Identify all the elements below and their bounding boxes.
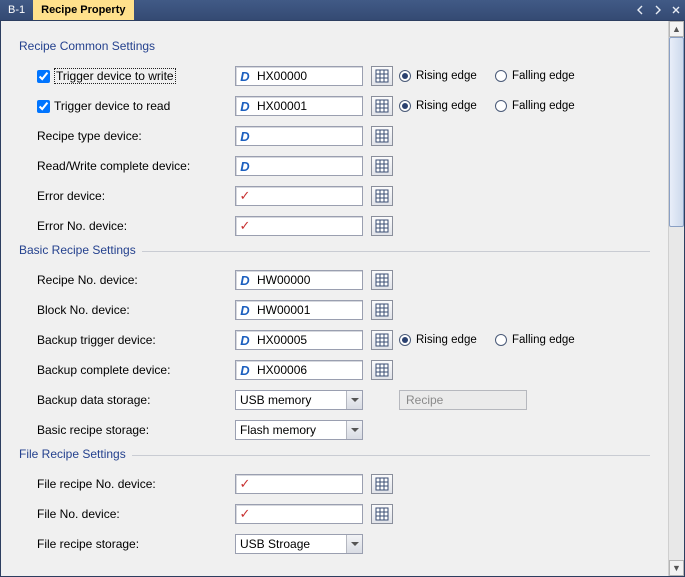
trigger-write-rising-radio[interactable]: Rising edge bbox=[399, 70, 489, 82]
basic-storage-combo[interactable]: Flash memory bbox=[235, 420, 363, 440]
dropdown-icon[interactable] bbox=[346, 535, 362, 553]
backup-trigger-rising-radio[interactable]: Rising edge bbox=[399, 334, 489, 346]
trigger-write-falling-radio[interactable]: Falling edge bbox=[495, 70, 585, 82]
device-d-icon: D bbox=[237, 158, 253, 174]
row-recipe-type: Recipe type device: D bbox=[19, 121, 650, 151]
trigger-write-browse-button[interactable] bbox=[371, 66, 393, 86]
device-d-icon: D bbox=[237, 302, 253, 318]
file-no-device-input[interactable]: ✓ bbox=[235, 504, 363, 524]
trigger-write-checkbox[interactable] bbox=[37, 70, 50, 83]
file-recipe-no-device-label: File recipe No. device: bbox=[37, 477, 156, 491]
tab-recipe-property[interactable]: Recipe Property bbox=[33, 0, 134, 20]
recipe-type-label: Recipe type device: bbox=[37, 129, 142, 143]
trigger-read-checkbox[interactable] bbox=[37, 100, 50, 113]
error-no-device-input[interactable]: ✓ bbox=[235, 216, 363, 236]
rw-complete-device-input[interactable]: D bbox=[235, 156, 363, 176]
device-d-icon: D bbox=[237, 128, 253, 144]
trigger-write-device-input[interactable]: D HX00000 bbox=[235, 66, 363, 86]
trigger-read-falling-radio[interactable]: Falling edge bbox=[495, 100, 585, 112]
recipe-no-device-input[interactable]: D HW00000 bbox=[235, 270, 363, 290]
file-recipe-storage-combo[interactable]: USB Stroage bbox=[235, 534, 363, 554]
error-no-device-browse-button[interactable] bbox=[371, 216, 393, 236]
check-icon: ✓ bbox=[237, 218, 253, 234]
trigger-read-rising-radio[interactable]: Rising edge bbox=[399, 100, 489, 112]
trigger-write-label: Trigger device to write bbox=[54, 68, 176, 84]
recipe-type-device-input[interactable]: D bbox=[235, 126, 363, 146]
rw-complete-browse-button[interactable] bbox=[371, 156, 393, 176]
row-trigger-read: Trigger device to read D HX00001 Rising … bbox=[19, 91, 650, 121]
trigger-read-label: Trigger device to read bbox=[54, 99, 170, 113]
backup-complete-browse-button[interactable] bbox=[371, 360, 393, 380]
next-tab-button[interactable] bbox=[649, 0, 667, 20]
error-no-device-label: Error No. device: bbox=[37, 219, 127, 233]
device-d-icon: D bbox=[237, 98, 253, 114]
recipe-no-device-label: Recipe No. device: bbox=[37, 273, 138, 287]
backup-trigger-label: Backup trigger device: bbox=[37, 333, 156, 347]
check-icon: ✓ bbox=[237, 188, 253, 204]
row-error-device: Error device: ✓ bbox=[19, 181, 650, 211]
error-device-label: Error device: bbox=[37, 189, 105, 203]
section-file-title: File Recipe Settings bbox=[19, 447, 650, 461]
tab-b1[interactable]: B-1 bbox=[0, 0, 33, 20]
row-block-no-device: Block No. device: D HW00001 bbox=[19, 295, 650, 325]
row-backup-trigger: Backup trigger device: D HX00005 Rising … bbox=[19, 325, 650, 355]
dropdown-icon[interactable] bbox=[346, 421, 362, 439]
file-recipe-no-device-input[interactable]: ✓ bbox=[235, 474, 363, 494]
row-recipe-no-device: Recipe No. device: D HW00000 bbox=[19, 265, 650, 295]
backup-complete-device-input[interactable]: D HX00006 bbox=[235, 360, 363, 380]
row-trigger-write: Trigger device to write D HX00000 Rising… bbox=[19, 61, 650, 91]
check-icon: ✓ bbox=[237, 506, 253, 522]
vertical-scrollbar[interactable]: ▲ ▼ bbox=[668, 21, 684, 576]
file-recipe-no-device-browse-button[interactable] bbox=[371, 474, 393, 494]
backup-storage-path-box: Recipe bbox=[399, 390, 527, 410]
backup-trigger-browse-button[interactable] bbox=[371, 330, 393, 350]
backup-trigger-falling-radio[interactable]: Falling edge bbox=[495, 334, 585, 346]
basic-storage-label: Basic recipe storage: bbox=[37, 423, 149, 437]
scroll-up-button[interactable]: ▲ bbox=[669, 21, 684, 37]
recipe-no-device-browse-button[interactable] bbox=[371, 270, 393, 290]
scroll-thumb[interactable] bbox=[669, 37, 684, 227]
device-d-icon: D bbox=[237, 68, 253, 84]
block-no-device-browse-button[interactable] bbox=[371, 300, 393, 320]
prev-tab-button[interactable] bbox=[631, 0, 649, 20]
row-basic-storage: Basic recipe storage: Flash memory bbox=[19, 415, 650, 445]
file-no-device-label: File No. device: bbox=[37, 507, 120, 521]
row-file-no-device: File No. device: ✓ bbox=[19, 499, 650, 529]
device-d-icon: D bbox=[237, 362, 253, 378]
row-backup-complete: Backup complete device: D HX00006 bbox=[19, 355, 650, 385]
row-file-recipe-no-device: File recipe No. device: ✓ bbox=[19, 469, 650, 499]
error-device-input[interactable]: ✓ bbox=[235, 186, 363, 206]
trigger-read-device-input[interactable]: D HX00001 bbox=[235, 96, 363, 116]
block-no-device-input[interactable]: D HW00001 bbox=[235, 300, 363, 320]
backup-storage-label: Backup data storage: bbox=[37, 393, 150, 407]
file-recipe-storage-label: File recipe storage: bbox=[37, 537, 139, 551]
rw-complete-label: Read/Write complete device: bbox=[37, 159, 190, 173]
backup-trigger-device-input[interactable]: D HX00005 bbox=[235, 330, 363, 350]
section-common-title: Recipe Common Settings bbox=[19, 39, 650, 53]
scroll-down-button[interactable]: ▼ bbox=[669, 560, 684, 576]
dropdown-icon[interactable] bbox=[346, 391, 362, 409]
row-rw-complete: Read/Write complete device: D bbox=[19, 151, 650, 181]
backup-complete-label: Backup complete device: bbox=[37, 363, 170, 377]
backup-storage-combo[interactable]: USB memory bbox=[235, 390, 363, 410]
section-basic-title: Basic Recipe Settings bbox=[19, 243, 650, 257]
trigger-read-browse-button[interactable] bbox=[371, 96, 393, 116]
error-device-browse-button[interactable] bbox=[371, 186, 393, 206]
block-no-device-label: Block No. device: bbox=[37, 303, 130, 317]
row-backup-storage: Backup data storage: USB memory Recipe bbox=[19, 385, 650, 415]
row-file-recipe-storage: File recipe storage: USB Stroage bbox=[19, 529, 650, 559]
device-d-icon: D bbox=[237, 272, 253, 288]
file-no-device-browse-button[interactable] bbox=[371, 504, 393, 524]
recipe-type-browse-button[interactable] bbox=[371, 126, 393, 146]
scroll-track[interactable] bbox=[669, 37, 684, 560]
check-icon: ✓ bbox=[237, 476, 253, 492]
close-button[interactable] bbox=[667, 0, 685, 20]
device-d-icon: D bbox=[237, 332, 253, 348]
row-error-no-device: Error No. device: ✓ bbox=[19, 211, 650, 241]
titlebar: B-1 Recipe Property bbox=[0, 0, 685, 20]
content-panel: Recipe Common Settings Trigger device to… bbox=[1, 21, 668, 576]
